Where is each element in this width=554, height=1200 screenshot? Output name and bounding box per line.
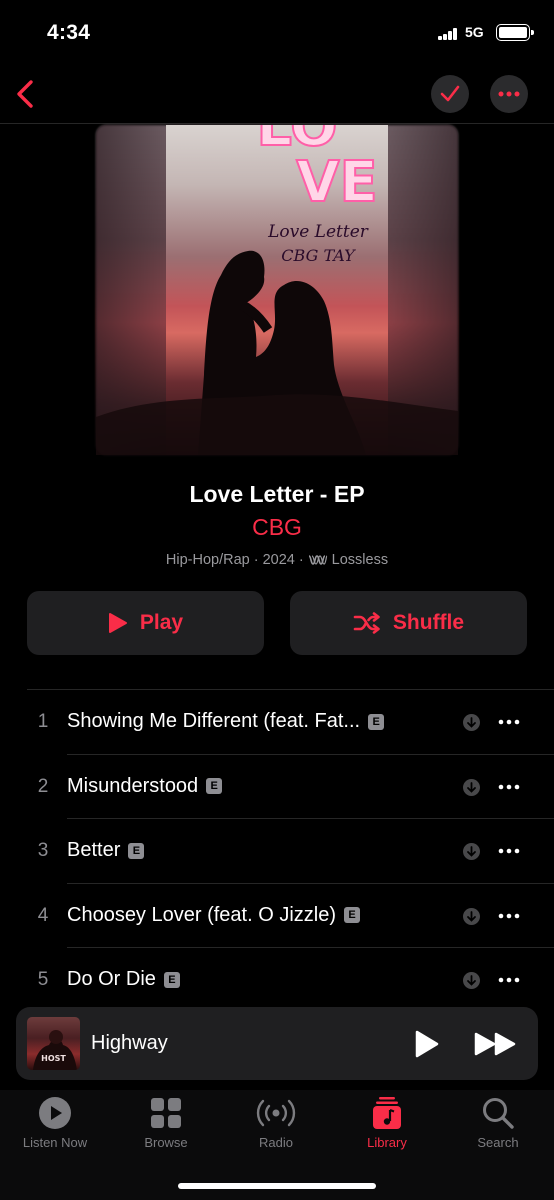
track-row[interactable]: 5 Do Or Die E — [27, 948, 554, 1013]
track-more-icon[interactable] — [498, 909, 520, 923]
quality-label: Lossless — [331, 552, 389, 568]
play-label: Play — [139, 611, 184, 634]
tab-label: Browse — [144, 1135, 188, 1150]
home-indicator[interactable] — [178, 1183, 376, 1189]
track-more-icon[interactable] — [498, 780, 520, 794]
download-icon[interactable] — [463, 907, 480, 925]
year-label: 2024 — [262, 552, 295, 568]
meta-separator: · — [298, 552, 304, 568]
tab-label: Search — [477, 1135, 519, 1150]
track-title: Better — [67, 839, 121, 861]
artwork-graphic: LO VE Love Letter CBG TAY — [96, 125, 458, 455]
track-number: 2 — [37, 775, 49, 797]
track-number: 4 — [37, 904, 49, 926]
meta-separator: · — [253, 552, 259, 568]
explicit-badge: E — [368, 713, 385, 730]
mini-play-button[interactable] — [413, 1029, 441, 1059]
network-label: 5G — [465, 24, 484, 40]
checkmark-icon — [440, 85, 460, 102]
artwork-text-bottom: VE — [296, 150, 378, 215]
track-row[interactable]: 2 Misunderstood E — [27, 755, 554, 819]
explicit-badge: E — [206, 778, 223, 794]
track-row[interactable]: 1 Showing Me Different (feat. Fat... E — [27, 690, 554, 755]
mini-player[interactable]: HOST Highway — [16, 1007, 538, 1080]
track-title: Choosey Lover (feat. O Jizzle) — [67, 903, 336, 926]
artwork-script-artist: CBG TAY — [281, 246, 356, 265]
album-title: Love Letter - EP — [189, 481, 365, 507]
more-options-button[interactable] — [490, 75, 528, 113]
status-bar: 4:34 5G — [0, 0, 554, 66]
back-button[interactable] — [12, 76, 42, 112]
track-number: 3 — [37, 840, 49, 861]
track-title: Do Or Die — [67, 968, 156, 990]
search-icon — [483, 1098, 514, 1129]
tab-browse[interactable]: Browse — [116, 1096, 216, 1150]
tab-radio[interactable]: Radio — [226, 1096, 326, 1150]
now-playing-title: Highway — [91, 1032, 168, 1054]
track-row[interactable]: 4 Choosey Lover (feat. O Jizzle) E — [27, 884, 554, 948]
fast-forward-button[interactable] — [474, 1031, 518, 1057]
track-row[interactable]: 3 Better E — [27, 819, 554, 884]
artist-name[interactable]: CBG — [0, 514, 554, 541]
tab-listen-now[interactable]: Listen Now — [5, 1096, 105, 1150]
track-title: Showing Me Different (feat. Fat... — [67, 710, 361, 732]
add-to-library-button[interactable] — [431, 75, 469, 113]
signal-icon — [438, 28, 458, 40]
artwork-script-title: Love Letter — [267, 222, 369, 242]
mini-art-text: HOST — [41, 1054, 66, 1063]
explicit-badge: E — [344, 907, 360, 923]
music-note-icon — [373, 1097, 401, 1129]
chevron-left-icon — [17, 80, 33, 108]
download-icon[interactable] — [463, 843, 480, 860]
track-title: Misunderstood — [67, 774, 199, 797]
top-nav — [0, 66, 554, 124]
download-icon[interactable] — [463, 778, 480, 796]
shuffle-button[interactable]: Shuffle — [290, 591, 527, 655]
ellipsis-icon — [498, 91, 520, 97]
play-circle-icon — [39, 1097, 71, 1129]
tab-label: Radio — [259, 1135, 293, 1150]
download-icon[interactable] — [463, 972, 480, 989]
tab-search[interactable]: Search — [448, 1096, 548, 1150]
radio-icon — [256, 1099, 296, 1127]
track-more-icon[interactable] — [498, 715, 520, 729]
download-icon[interactable] — [463, 714, 480, 731]
explicit-badge: E — [163, 971, 180, 988]
track-number: 1 — [37, 711, 49, 732]
play-icon — [108, 613, 127, 633]
explicit-badge: E — [128, 842, 145, 859]
shuffle-label: Shuffle — [392, 611, 465, 634]
tab-library[interactable]: Library — [337, 1096, 437, 1150]
tab-label: Listen Now — [22, 1135, 88, 1150]
shuffle-icon — [353, 612, 380, 634]
tab-label: Library — [367, 1135, 407, 1150]
status-time: 4:34 — [47, 21, 91, 44]
track-list: 1 Showing Me Different (feat. Fat... E 2… — [27, 689, 554, 1013]
album-artwork: LO VE Love Letter CBG TAY — [96, 125, 458, 455]
album-meta: Hip-Hop/Rap · 2024 · Lossless — [0, 552, 554, 568]
track-more-icon[interactable] — [498, 844, 520, 858]
track-more-icon[interactable] — [498, 973, 520, 987]
genre-label: Hip-Hop/Rap — [165, 552, 250, 568]
battery-icon — [496, 24, 534, 41]
play-button[interactable]: Play — [27, 591, 264, 655]
mini-player-artwork: HOST — [27, 1017, 80, 1070]
lossless-icon — [308, 555, 328, 565]
grid-icon — [151, 1098, 181, 1128]
track-number: 5 — [37, 969, 49, 990]
